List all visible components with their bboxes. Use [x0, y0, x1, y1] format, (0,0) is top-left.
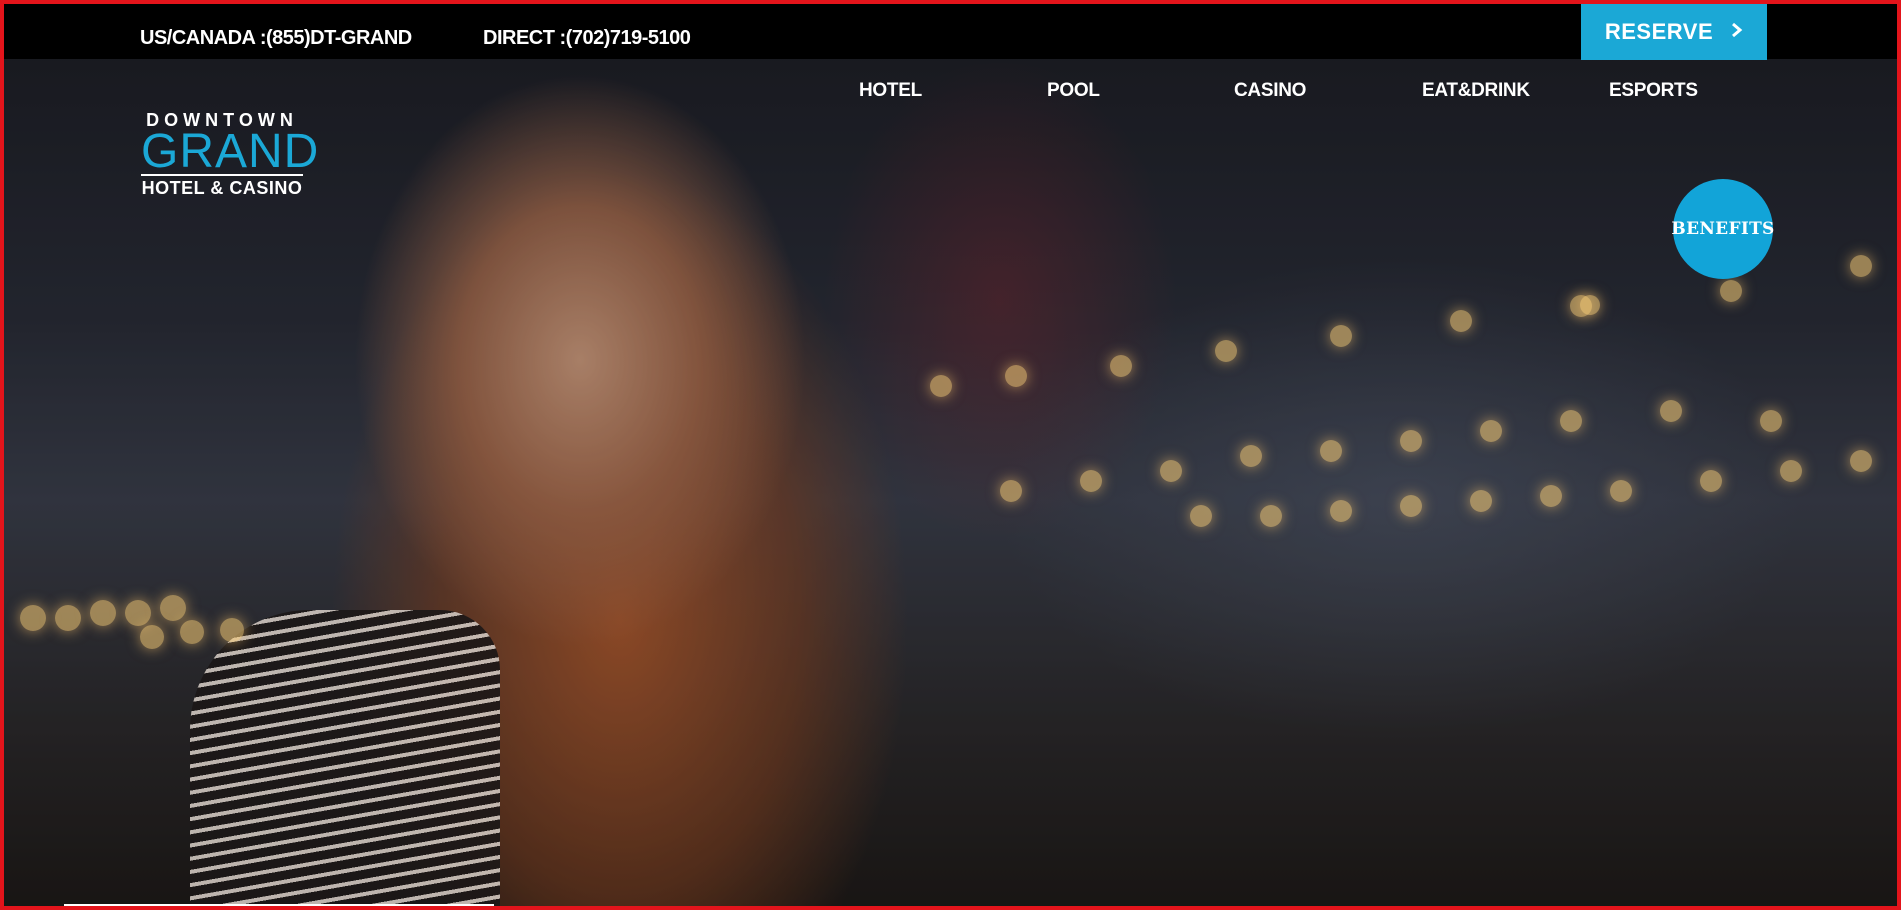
bokeh-light	[1215, 340, 1237, 362]
logo-line-grand: GRAND	[141, 125, 320, 178]
bokeh-light	[1160, 460, 1182, 482]
us-canada-phone[interactable]: US/CANADA :(855)DT-GRAND	[140, 27, 412, 50]
bokeh-light	[1330, 500, 1352, 522]
bokeh-light	[1760, 410, 1782, 432]
bokeh-light	[1560, 410, 1582, 432]
bokeh-light	[1330, 325, 1352, 347]
hero-striped-shirt	[190, 610, 500, 910]
bokeh-light	[55, 605, 81, 631]
bokeh-light	[125, 600, 151, 626]
bokeh-light	[1320, 440, 1342, 462]
nav-item-esports[interactable]: ESPORTS	[1609, 80, 1698, 102]
main-nav: HOTEL POOL CASINO EAT&DRINK ESPORTS	[0, 80, 1901, 110]
bokeh-light	[140, 625, 164, 649]
direct-phone[interactable]: DIRECT :(702)719-5100	[483, 27, 691, 50]
reserve-label: RESERVE	[1604, 19, 1714, 44]
bokeh-light	[1700, 470, 1722, 492]
bokeh-light	[1190, 505, 1212, 527]
bokeh-light	[1080, 470, 1102, 492]
bokeh-light	[160, 595, 186, 621]
bokeh-light	[1580, 295, 1600, 315]
nav-item-eat-drink[interactable]: EAT&DRINK	[1422, 80, 1530, 102]
bokeh-light	[1720, 280, 1742, 302]
bokeh-light	[220, 618, 244, 642]
bokeh-light	[1005, 365, 1027, 387]
bokeh-light	[930, 375, 952, 397]
bokeh-light	[1540, 485, 1562, 507]
benefits-button[interactable]: BENEFITS	[1671, 179, 1775, 279]
bokeh-light	[1400, 430, 1422, 452]
benefits-label: BENEFITS	[1671, 219, 1775, 239]
chevron-right-icon	[1731, 18, 1743, 44]
reserve-button[interactable]: RESERVE	[1581, 4, 1767, 60]
bokeh-light	[1480, 420, 1502, 442]
bokeh-light	[1000, 480, 1022, 502]
bokeh-light	[1260, 505, 1282, 527]
bokeh-light	[20, 605, 46, 631]
bokeh-light	[90, 600, 116, 626]
bokeh-light	[1610, 480, 1632, 502]
nav-item-casino[interactable]: CASINO	[1234, 80, 1306, 102]
bokeh-light	[1850, 450, 1872, 472]
bokeh-light	[1450, 310, 1472, 332]
nav-item-hotel[interactable]: HOTEL	[859, 80, 922, 102]
logo[interactable]: DOWNTOWN GRAND HOTEL & CASINO	[137, 110, 320, 200]
nav-item-pool[interactable]: POOL	[1047, 80, 1100, 102]
bokeh-light	[1400, 495, 1422, 517]
bokeh-light	[1470, 490, 1492, 512]
bokeh-light	[1660, 400, 1682, 422]
bokeh-light	[1850, 255, 1872, 277]
logo-line-hotel-casino: HOTEL & CASINO	[141, 178, 303, 198]
bokeh-light	[1780, 460, 1802, 482]
bokeh-light	[1240, 445, 1262, 467]
slide-progress-indicator	[64, 904, 494, 906]
bokeh-light	[1110, 355, 1132, 377]
bokeh-light	[180, 620, 204, 644]
